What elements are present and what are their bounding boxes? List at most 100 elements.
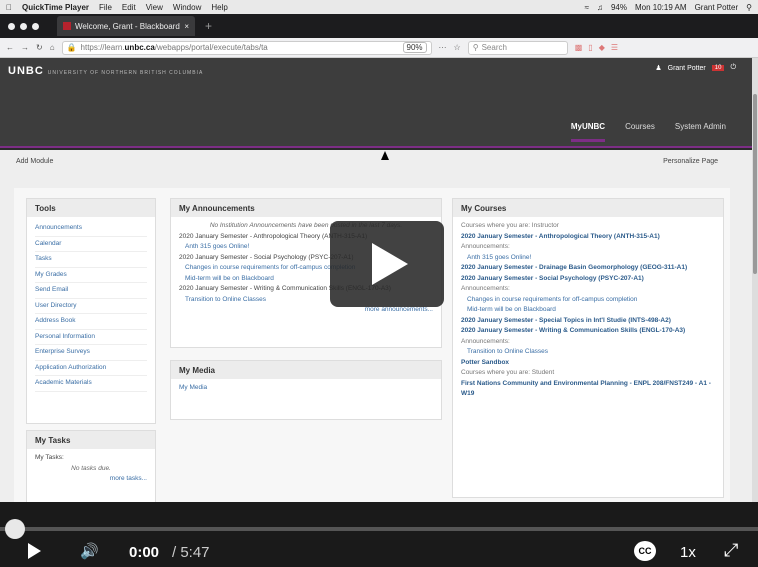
tools-title[interactable]: Tools [27, 199, 155, 217]
new-tab-button[interactable]: + [205, 19, 212, 33]
app-name[interactable]: QuickTime Player [22, 3, 89, 12]
notification-badge[interactable]: 10 [711, 65, 725, 71]
blackboard-icon [63, 22, 71, 30]
lock-icon: 🔒 [66, 43, 77, 52]
my-media-link[interactable]: My Media [179, 383, 433, 394]
video-controls: 🔊 0:00 / 5:47 CC 1x ⤢ [0, 502, 758, 567]
playback-speed-button[interactable]: 1x [680, 544, 696, 561]
battery-percent[interactable]: 94% [611, 3, 627, 12]
menu-help[interactable]: Help [211, 3, 227, 12]
tool-user-directory[interactable]: User Directory [35, 299, 147, 314]
tool-tasks[interactable]: Tasks [35, 252, 147, 268]
more-tasks-link[interactable]: more tasks... [35, 474, 147, 485]
tool-enterprise-surveys[interactable]: Enterprise Surveys [35, 345, 147, 361]
forward-icon[interactable]: → [21, 43, 29, 52]
url-path: /webapps/portal/execute/tabs/ta [154, 43, 268, 52]
captions-button[interactable]: CC [634, 541, 656, 561]
tool-my-grades[interactable]: My Grades [35, 268, 147, 283]
progress-track[interactable] [0, 527, 758, 531]
tool-personal-information[interactable]: Personal Information [35, 330, 147, 345]
reload-icon[interactable]: ↻ [36, 43, 43, 52]
mouse-cursor [381, 151, 389, 160]
home-icon[interactable]: ⌂ [50, 43, 55, 52]
play-button[interactable] [28, 543, 41, 559]
tool-academic-materials[interactable]: Academic Materials [35, 376, 147, 392]
user-name[interactable]: Grant Potter [695, 3, 739, 12]
progress-knob[interactable] [5, 519, 25, 539]
tool-application-authorization[interactable]: Application Authorization [35, 361, 147, 376]
page-scrollbar[interactable] [752, 58, 758, 502]
unbc-logo[interactable]: UNBC UNIVERSITY OF NORTHERN BRITISH COLUM… [8, 65, 203, 77]
course-link-7[interactable]: First Nations Community and Environmenta… [461, 379, 715, 400]
library-icon[interactable]: ▩ [575, 43, 583, 52]
course-link-6[interactable]: Potter Sandbox [461, 358, 715, 369]
scrollbar-thumb[interactable] [753, 94, 757, 274]
back-icon[interactable]: ← [6, 43, 14, 52]
tool-calendar[interactable]: Calendar [35, 237, 147, 252]
personalize-page-button[interactable]: Personalize Page [663, 158, 718, 165]
spotlight-icon[interactable]: ⚲ [746, 3, 752, 12]
menu-view[interactable]: View [146, 3, 163, 12]
courses-title[interactable]: My Courses [453, 199, 723, 217]
module-bar: Add Module Personalize Page [0, 150, 752, 172]
fullscreen-icon[interactable]: ⤢ [724, 540, 738, 561]
duration: / 5:47 [172, 544, 210, 561]
tasks-label: My Tasks: [35, 454, 64, 461]
close-dot[interactable] [8, 22, 15, 30]
menu-file[interactable]: File [99, 3, 112, 12]
course-ann-4[interactable]: Transition to Online Classes [461, 347, 715, 358]
clock[interactable]: Mon 10:19 AM [635, 3, 687, 12]
course-link-2[interactable]: 2020 January Semester - Drainage Basin G… [461, 263, 715, 274]
tools-module: Tools Announcements Calendar Tasks My Gr… [26, 198, 156, 424]
extension-icon[interactable]: ◆ [599, 43, 605, 52]
power-icon[interactable]: ⏻ [730, 64, 736, 72]
sidebar-icon[interactable]: ▯ [588, 43, 592, 52]
tab-system-admin[interactable]: System Admin [675, 122, 726, 142]
announcements-label-2: Announcements: [461, 285, 510, 292]
minimize-dot[interactable] [20, 22, 27, 30]
course-ann-2[interactable]: Changes in course requirements for off-c… [461, 295, 715, 306]
tasks-title[interactable]: My Tasks [27, 431, 155, 449]
course-link-4[interactable]: 2020 January Semester - Special Topics i… [461, 316, 715, 327]
close-tab-icon[interactable]: × [184, 22, 189, 31]
tool-address-book[interactable]: Address Book [35, 314, 147, 330]
menu-icon[interactable]: ☰ [611, 43, 618, 52]
tool-send-email[interactable]: Send Email [35, 283, 147, 299]
play-icon [372, 243, 408, 285]
search-input[interactable]: ⚲ Search [467, 40, 568, 55]
announcements-label-1: Announcements: [461, 243, 510, 250]
add-module-button[interactable]: Add Module [16, 158, 53, 165]
course-ann-1[interactable]: Anth 315 goes Online! [461, 253, 715, 264]
courses-module: My Courses Courses where you are: Instru… [452, 198, 724, 498]
course-link-1[interactable]: 2020 January Semester - Anthropological … [461, 232, 715, 243]
courses-instructor-label: Courses where you are: Instructor [461, 222, 559, 229]
media-title[interactable]: My Media [171, 361, 441, 379]
tab-myunbc[interactable]: MyUNBC [570, 122, 606, 142]
announcements-title[interactable]: My Announcements [171, 199, 441, 217]
user-menu[interactable]: ♟ Grant Potter 10 ⏻ [655, 64, 736, 72]
tab-title: Welcome, Grant - Blackboard [75, 21, 180, 31]
wifi-icon[interactable]: ≈ [585, 3, 589, 12]
tool-announcements[interactable]: Announcements [35, 221, 147, 237]
courses-student-label: Courses where you are: Student [461, 369, 555, 376]
menu-edit[interactable]: Edit [122, 3, 136, 12]
course-link-3[interactable]: 2020 January Semester - Social Psycholog… [461, 274, 715, 285]
apple-icon[interactable]:  [6, 3, 12, 12]
zoom-level[interactable]: 90% [402, 42, 427, 53]
course-link-5[interactable]: 2020 January Semester - Writing & Commun… [461, 326, 715, 337]
bookmark-star-icon[interactable]: ☆ [454, 43, 461, 52]
course-ann-3[interactable]: Mid-term will be on Blackboard [461, 305, 715, 316]
volume-icon[interactable]: 🔊 [80, 542, 99, 560]
header-user-name: Grant Potter [667, 64, 706, 72]
play-overlay-button[interactable] [330, 221, 444, 307]
logo-subtext: UNIVERSITY OF NORTHERN BRITISH COLUMBIA [47, 70, 204, 76]
url-bar[interactable]: 🔒 https://learn.unbc.ca/webapps/portal/e… [61, 40, 432, 55]
more-icon[interactable]: ··· [439, 43, 447, 52]
browser-tab[interactable]: Welcome, Grant - Blackboard × [57, 16, 195, 36]
volume-icon[interactable]: ♫ [597, 3, 603, 12]
tab-courses[interactable]: Courses [625, 122, 655, 142]
menu-window[interactable]: Window [173, 3, 201, 12]
current-time: 0:00 [129, 544, 160, 561]
zoom-dot[interactable] [32, 22, 39, 30]
video-frame:  QuickTime Player File Edit View Window… [0, 0, 758, 502]
